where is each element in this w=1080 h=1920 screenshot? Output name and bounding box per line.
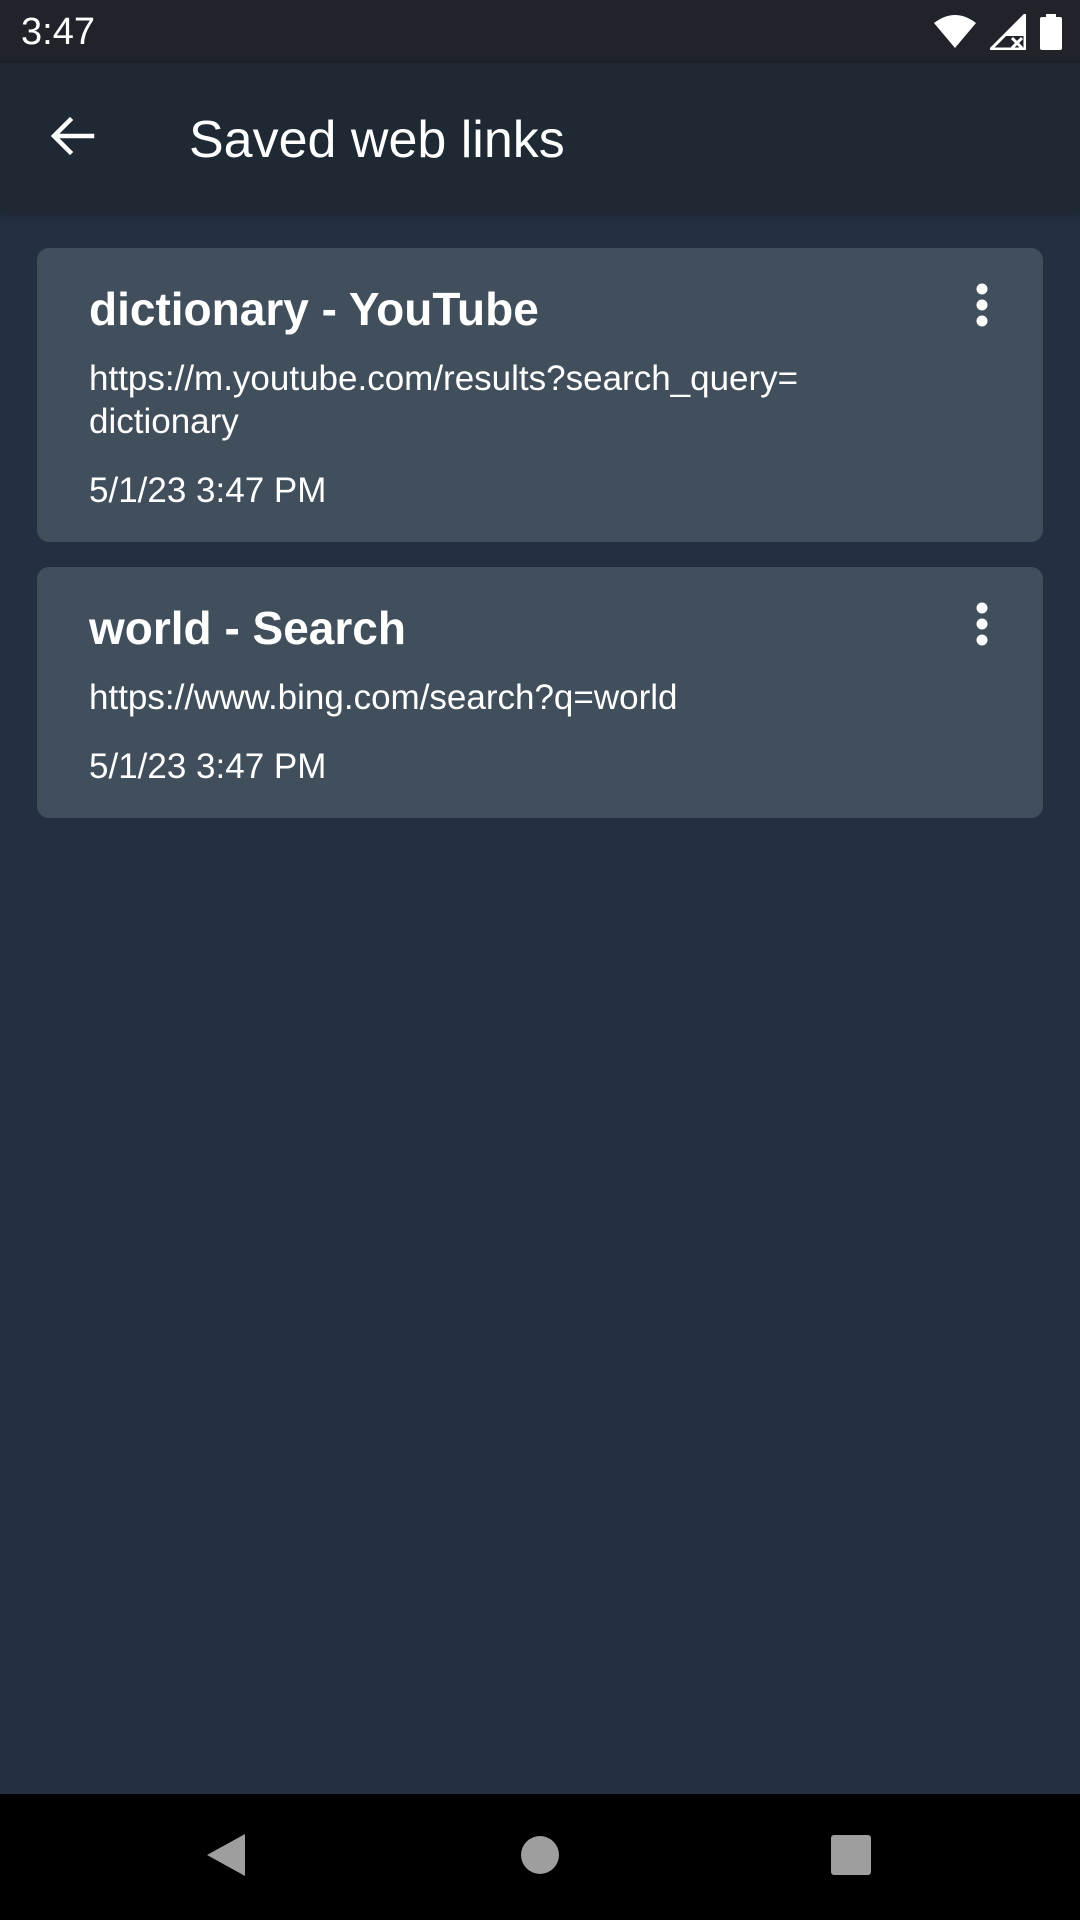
link-title: world - Search (89, 602, 406, 654)
more-vert-icon (975, 283, 989, 332)
navigation-bar (0, 1794, 1080, 1920)
nav-home-button[interactable] (505, 1822, 575, 1892)
link-title: dictionary - YouTube (89, 283, 539, 335)
link-card[interactable]: dictionary - YouTube https://m.youtube.c… (37, 248, 1043, 542)
app-bar: Saved web links (0, 63, 1080, 213)
home-circle-icon (520, 1835, 560, 1880)
link-url: https://m.youtube.com/results?search_que… (89, 359, 799, 441)
link-url: https://www.bing.com/search?q=world (89, 678, 678, 717)
recents-square-icon (831, 1834, 871, 1880)
link-date: 5/1/23 3:47 PM (89, 471, 327, 510)
more-options-button[interactable] (947, 272, 1017, 342)
more-options-button[interactable] (947, 591, 1017, 661)
page-title: Saved web links (189, 111, 565, 169)
arrow-back-icon (48, 112, 96, 165)
battery-icon (1040, 14, 1062, 50)
saved-links-list: dictionary - YouTube https://m.youtube.c… (37, 248, 1043, 843)
back-button[interactable] (34, 100, 110, 176)
nav-back-button[interactable] (191, 1822, 261, 1892)
status-icons (934, 12, 1062, 52)
nav-recents-button[interactable] (816, 1822, 886, 1892)
status-bar: 3:47 (0, 0, 1080, 63)
link-card[interactable]: world - Search https://www.bing.com/sear… (37, 567, 1043, 818)
more-vert-icon (975, 602, 989, 651)
signal-icon (990, 14, 1026, 50)
back-triangle-icon (205, 1832, 247, 1883)
status-time: 3:47 (21, 11, 95, 53)
link-date: 5/1/23 3:47 PM (89, 747, 327, 786)
wifi-icon (934, 15, 976, 49)
